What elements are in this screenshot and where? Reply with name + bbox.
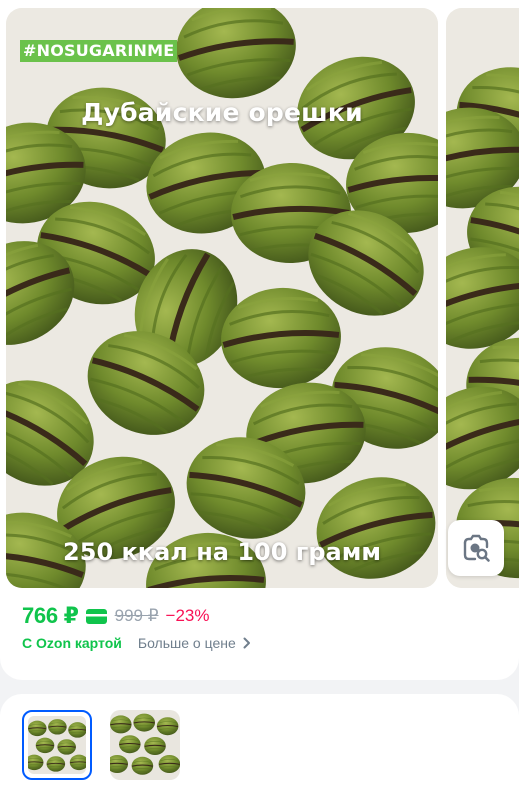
product-gallery-card: #NOSUGARINME Дубайские орешки 250 ккал н…: [0, 0, 519, 680]
pistachio-nut-cookies-image: [6, 8, 438, 588]
current-price: 766 ₽: [22, 603, 79, 628]
thumbnail-1[interactable]: [22, 710, 92, 780]
discount-badge: −23%: [165, 606, 210, 625]
hashtag-label: #NOSUGARINME: [20, 40, 178, 62]
ozon-card-label: С Ozon картой: [22, 635, 122, 651]
ozon-card-icon: [85, 608, 107, 624]
old-price: 999 ₽: [114, 606, 159, 625]
camera-search-icon[interactable]: [448, 520, 504, 576]
more-price-label: Больше о цене: [137, 635, 236, 651]
image-headline: Дубайские орешки: [81, 98, 363, 127]
product-photo-main[interactable]: #NOSUGARINME Дубайские орешки 250 ккал н…: [6, 8, 438, 588]
thumbnail-2[interactable]: [110, 710, 180, 780]
product-photo-next[interactable]: [446, 8, 519, 588]
thumbnail-strip: [0, 694, 519, 800]
thumbnail-image: [110, 710, 180, 780]
thumbnail-image: [28, 716, 86, 774]
calories-caption: 250 ккал на 100 грамм: [63, 538, 381, 566]
chevron-right-icon: [243, 637, 250, 649]
more-price-link[interactable]: Больше о цене: [138, 635, 251, 651]
price-row: 766 ₽ 999 ₽ −23%: [22, 603, 210, 629]
image-carousel[interactable]: #NOSUGARINME Дубайские орешки 250 ккал н…: [6, 8, 519, 588]
price-details-row: С Ozon картой Больше о цене: [22, 635, 251, 651]
pistachio-nut-cookies-image-2: [446, 8, 519, 588]
